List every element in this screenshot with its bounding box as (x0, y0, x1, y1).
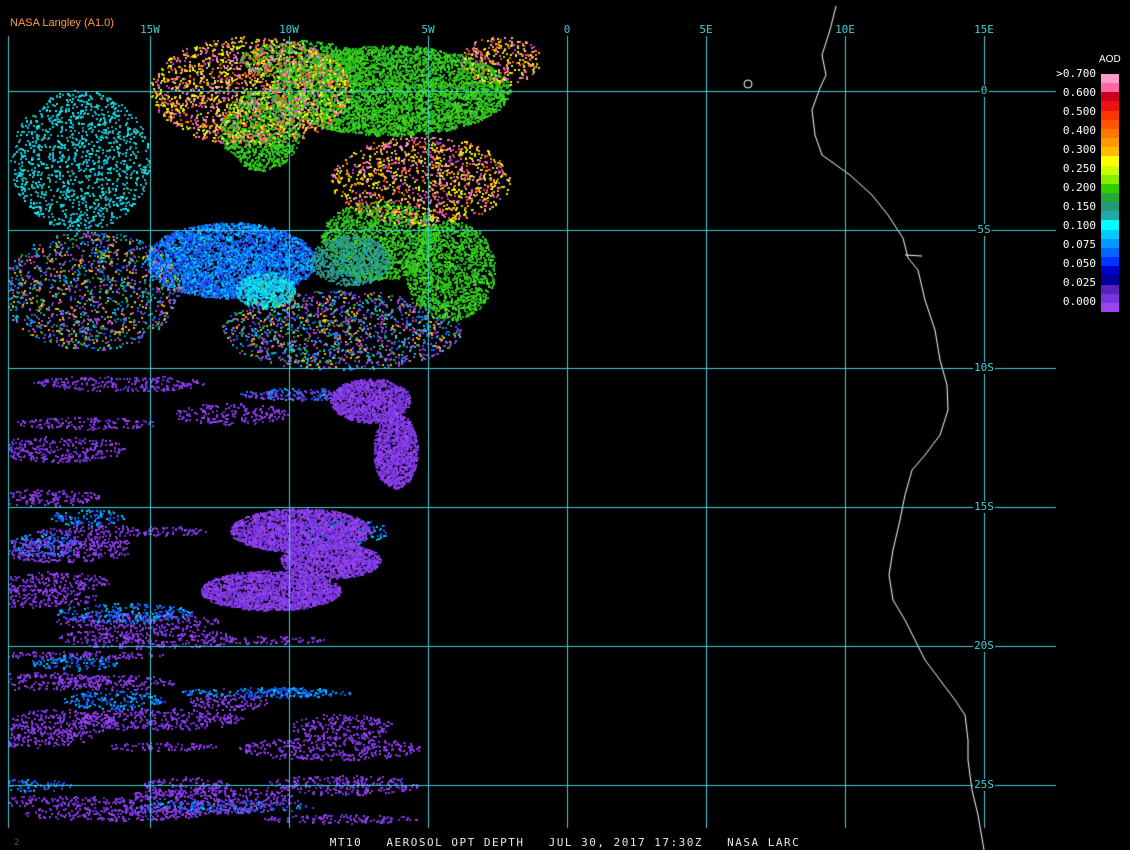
latitude-label: 20S (973, 639, 995, 652)
footer-source: NASA LARC (727, 836, 801, 849)
legend-label: 0.300 (1062, 143, 1096, 156)
legend-title: AOD (1099, 54, 1121, 65)
longitude-label: 10W (279, 23, 299, 36)
latitude-label: 0 (979, 84, 989, 97)
legend-label: 0.500 (1062, 105, 1096, 118)
longitude-label: 0 (563, 23, 571, 36)
longitude-label: 10E (835, 23, 855, 36)
latitude-label: 25S (973, 778, 995, 791)
footer-parameter: AEROSOL OPT DEPTH (386, 836, 525, 849)
longitude-label: 15E (974, 23, 994, 36)
legend-label: >0.700 (1056, 67, 1096, 80)
legend-label: 0.025 (1062, 276, 1096, 289)
longitude-label: 5W (421, 23, 435, 36)
latitude-label: 5S (976, 223, 992, 236)
legend-label: 0.400 (1062, 124, 1096, 137)
legend-label: 0.200 (1062, 181, 1096, 194)
latitude-label: 15S (973, 500, 995, 513)
longitude-label: 5E (699, 23, 713, 36)
credit-label: NASA Langley (A1.0) (10, 17, 114, 29)
aod-map-canvas[interactable] (0, 0, 1130, 850)
legend-swatch (1101, 302, 1119, 313)
footer-product: MT10 (329, 836, 363, 849)
legend-label: 0.075 (1062, 238, 1096, 251)
legend-label: 0.600 (1062, 86, 1096, 99)
longitude-label: 15W (140, 23, 160, 36)
footer-datetime: JUL 30, 2017 17:30Z (548, 836, 703, 849)
footer-caption: MT10 AEROSOL OPT DEPTH JUL 30, 2017 17:3… (0, 836, 1130, 850)
latitude-label: 10S (973, 361, 995, 374)
legend-label: 0.250 (1062, 162, 1096, 175)
legend-label: 0.100 (1062, 219, 1096, 232)
legend-label: 0.050 (1062, 257, 1096, 270)
legend-label: 0.150 (1062, 200, 1096, 213)
legend-label: 0.000 (1062, 295, 1096, 308)
